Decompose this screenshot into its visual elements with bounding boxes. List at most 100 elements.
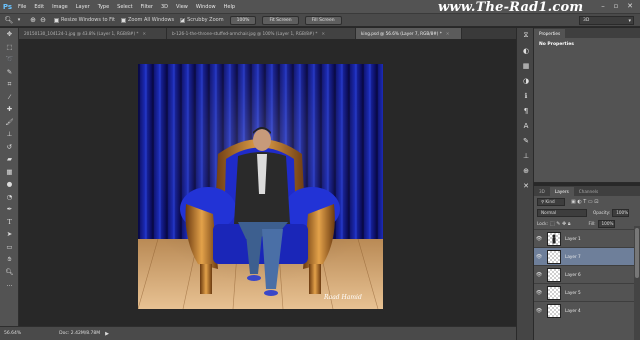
menu-image[interactable]: Image xyxy=(48,4,72,10)
move-tool-icon[interactable]: ✥ xyxy=(0,28,19,41)
tools-icon[interactable]: ✕ xyxy=(517,178,535,193)
tab-document-king[interactable]: king.psd @ 56.6% (Layer 7, RGB/8#) * ✕ xyxy=(356,28,462,39)
lock-icons[interactable]: ⬚ ✎ ✥ 🔒︎ xyxy=(550,221,571,227)
scrollbar-thumb[interactable] xyxy=(635,228,639,278)
pen-tool-icon[interactable]: ✒︎ xyxy=(0,203,19,216)
layer-row-selected[interactable]: 👁︎ Layer 7 xyxy=(534,247,640,265)
scrubby-zoom-label: Scrubby Zoom xyxy=(187,17,224,23)
eyedropper-tool-icon[interactable]: ⁄ xyxy=(0,91,19,104)
quick-select-tool-icon[interactable]: ✎ xyxy=(0,66,19,79)
artwork-image[interactable]: Raad Hamid xyxy=(138,64,383,309)
close-icon[interactable]: ✕ xyxy=(321,31,325,36)
actions-icon[interactable]: ⊕ xyxy=(517,163,535,178)
tab-3d[interactable]: 3D xyxy=(534,187,550,196)
brush-tool-icon[interactable]: 🖌︎ xyxy=(0,116,19,129)
tab-label: 20150130_104124-1.jpg @ 43.8% (Layer 1, … xyxy=(24,31,139,36)
layer-thumbnail xyxy=(547,285,561,300)
tab-document-2[interactable]: b-126-1-the-throne-stuffed-armchair.jpg … xyxy=(167,28,356,39)
menu-layer[interactable]: Layer xyxy=(72,4,94,10)
fill-input[interactable]: 100% xyxy=(597,219,615,228)
zoom-in-icon[interactable]: ⊕ xyxy=(28,15,38,25)
history-icon[interactable]: ⧖ xyxy=(517,28,535,43)
zoom-tool-icon[interactable]: 🔍︎ xyxy=(4,15,14,25)
workspace-select[interactable]: 3D ▾ xyxy=(579,16,634,25)
eraser-tool-icon[interactable]: ▰ xyxy=(0,153,19,166)
zoom-all-checkbox[interactable]: Zoom All Windows xyxy=(121,17,174,23)
tab-properties[interactable]: Properties xyxy=(534,29,566,38)
healing-brush-tool-icon[interactable]: ✚ xyxy=(0,103,19,116)
tab-channels[interactable]: Channels xyxy=(574,187,603,196)
character-icon[interactable]: A xyxy=(517,118,535,133)
type-tool-icon[interactable]: T xyxy=(0,216,19,229)
menu-view[interactable]: View xyxy=(172,4,192,10)
adjustments-icon[interactable]: ◑ xyxy=(517,73,535,88)
tab-document-1[interactable]: 20150130_104124-1.jpg @ 43.8% (Layer 1, … xyxy=(19,28,167,39)
close-icon[interactable]: ✕ xyxy=(625,1,635,11)
tab-layers[interactable]: Layers xyxy=(549,187,574,196)
layer-row[interactable]: 👁︎ Layer 1 xyxy=(534,229,640,247)
photoshop-logo: Ps xyxy=(2,2,13,11)
toolbox: ✥ ⬚ ➰ ✎ ⌗ ⁄ ✚ 🖌︎ ⊥ ↺ ▰ ▦ ● ◔ ✒︎ T ➤ ▭ ✋︎… xyxy=(0,28,19,337)
color-icon[interactable]: ◐ xyxy=(517,43,535,58)
eye-icon[interactable]: 👁︎ xyxy=(534,236,544,242)
eye-icon[interactable]: 👁︎ xyxy=(534,308,544,314)
eye-icon[interactable]: 👁︎ xyxy=(534,254,544,260)
lasso-tool-icon[interactable]: ➰ xyxy=(0,53,19,66)
clone-source-icon[interactable]: ⊥ xyxy=(517,148,535,163)
zoom-100-button[interactable]: 100% xyxy=(229,15,257,25)
clone-stamp-tool-icon[interactable]: ⊥ xyxy=(0,128,19,141)
doc-size: Doc: 2.42M/8.78M xyxy=(59,331,101,336)
menu-type[interactable]: Type xyxy=(94,4,113,10)
menu-filter[interactable]: Filter xyxy=(137,4,157,10)
menu-help[interactable]: Help xyxy=(220,4,239,10)
zoom-out-icon[interactable]: ⊖ xyxy=(38,15,48,25)
resize-windows-checkbox[interactable]: Resize Windows to Fit xyxy=(54,17,115,23)
menu-edit[interactable]: Edit xyxy=(30,4,48,10)
minimize-icon[interactable]: – xyxy=(598,1,608,11)
crop-tool-icon[interactable]: ⌗ xyxy=(0,78,19,91)
filter-pixel-icon[interactable]: ▣ ◐ T ▭ ⊡ xyxy=(571,199,598,205)
layer-row[interactable]: 👁︎ Layer 5 xyxy=(534,283,640,301)
opacity-input[interactable]: 100% xyxy=(612,208,630,217)
scrubby-zoom-checkbox[interactable]: Scrubby Zoom xyxy=(180,16,224,23)
dodge-tool-icon[interactable]: ◔ xyxy=(0,191,19,204)
gradient-tool-icon[interactable]: ▦ xyxy=(0,166,19,179)
info-icon[interactable]: ℹ xyxy=(517,88,535,103)
chevron-down-icon[interactable]: ▾ xyxy=(14,15,24,25)
workspace-value: 3D xyxy=(583,18,590,23)
shape-tool-icon[interactable]: ▭ xyxy=(0,241,19,254)
canvas-area[interactable]: Raad Hamid xyxy=(19,39,516,326)
marquee-tool-icon[interactable]: ⬚ xyxy=(0,41,19,54)
blend-mode-select[interactable]: Normal xyxy=(537,208,587,217)
photoshop-window: Ps File Edit Image Layer Type Select Fil… xyxy=(0,0,640,340)
hand-tool-icon[interactable]: ✋︎ xyxy=(0,253,19,266)
menu-select[interactable]: Select xyxy=(113,4,136,10)
maximize-icon[interactable]: ▫ xyxy=(611,1,621,11)
paragraph-icon[interactable]: ¶ xyxy=(517,103,535,118)
layer-row[interactable]: 👁︎ Layer 6 xyxy=(534,265,640,283)
zoom-tool-icon[interactable]: 🔍︎ xyxy=(0,266,19,279)
properties-tabs: Properties xyxy=(534,28,640,38)
blur-tool-icon[interactable]: ● xyxy=(0,178,19,191)
history-brush-tool-icon[interactable]: ↺ xyxy=(0,141,19,154)
fit-screen-button[interactable]: Fit Screen xyxy=(262,15,299,25)
blend-row: Normal Opacity: 100% xyxy=(534,207,640,218)
swatches-icon[interactable]: ▦ xyxy=(517,58,535,73)
status-menu-icon[interactable]: ▶ xyxy=(105,331,109,337)
layer-row[interactable]: 👁︎ Layer 4 xyxy=(534,301,640,319)
eye-icon[interactable]: 👁︎ xyxy=(534,290,544,296)
path-select-tool-icon[interactable]: ➤ xyxy=(0,228,19,241)
brush-icon[interactable]: ✎ xyxy=(517,133,535,148)
layer-thumbnail xyxy=(547,267,561,282)
menu-file[interactable]: File xyxy=(14,4,30,10)
close-icon[interactable]: ✕ xyxy=(446,31,450,36)
kind-filter-select[interactable]: ⚲ Kind xyxy=(537,197,565,206)
fill-screen-button[interactable]: Fill Screen xyxy=(304,15,342,25)
layers-scrollbar[interactable] xyxy=(634,226,640,340)
edit-toolbar-icon[interactable]: … xyxy=(0,278,19,291)
menu-3d[interactable]: 3D xyxy=(157,4,172,10)
menu-window[interactable]: Window xyxy=(192,4,220,10)
close-icon[interactable]: ✕ xyxy=(143,31,147,36)
zoom-level[interactable]: 56.64% xyxy=(4,331,21,336)
eye-icon[interactable]: 👁︎ xyxy=(534,272,544,278)
